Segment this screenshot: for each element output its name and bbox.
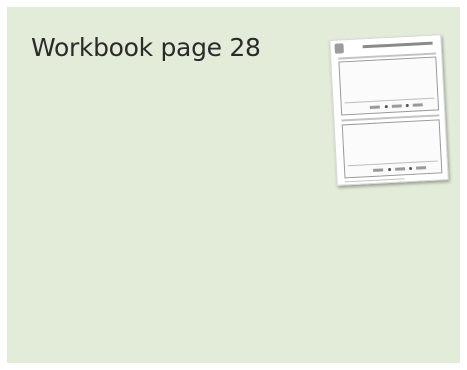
worksheet-blank bbox=[395, 167, 406, 171]
worksheet-operator-icon bbox=[405, 103, 409, 108]
worksheet-page-image bbox=[329, 34, 449, 186]
worksheet-footer-line bbox=[344, 178, 405, 183]
worksheet-blank bbox=[391, 104, 402, 108]
worksheet-operator-icon bbox=[388, 167, 392, 172]
slide-panel: Workbook page 28 bbox=[7, 7, 460, 363]
worksheet-answer-box bbox=[341, 119, 443, 179]
slide-title: Workbook page 28 bbox=[31, 33, 261, 62]
worksheet-answer-box bbox=[338, 56, 440, 116]
worksheet-operator-icon bbox=[409, 166, 413, 171]
worksheet-blank bbox=[416, 166, 427, 170]
worksheet-blank bbox=[412, 103, 423, 107]
worksheet-thumbnail[interactable] bbox=[329, 34, 449, 186]
worksheet-blank bbox=[369, 105, 380, 109]
worksheet-operator-icon bbox=[384, 105, 388, 109]
worksheet-blank bbox=[373, 168, 384, 172]
worksheet-logo-icon bbox=[334, 43, 344, 54]
worksheet-title-line bbox=[362, 41, 433, 49]
